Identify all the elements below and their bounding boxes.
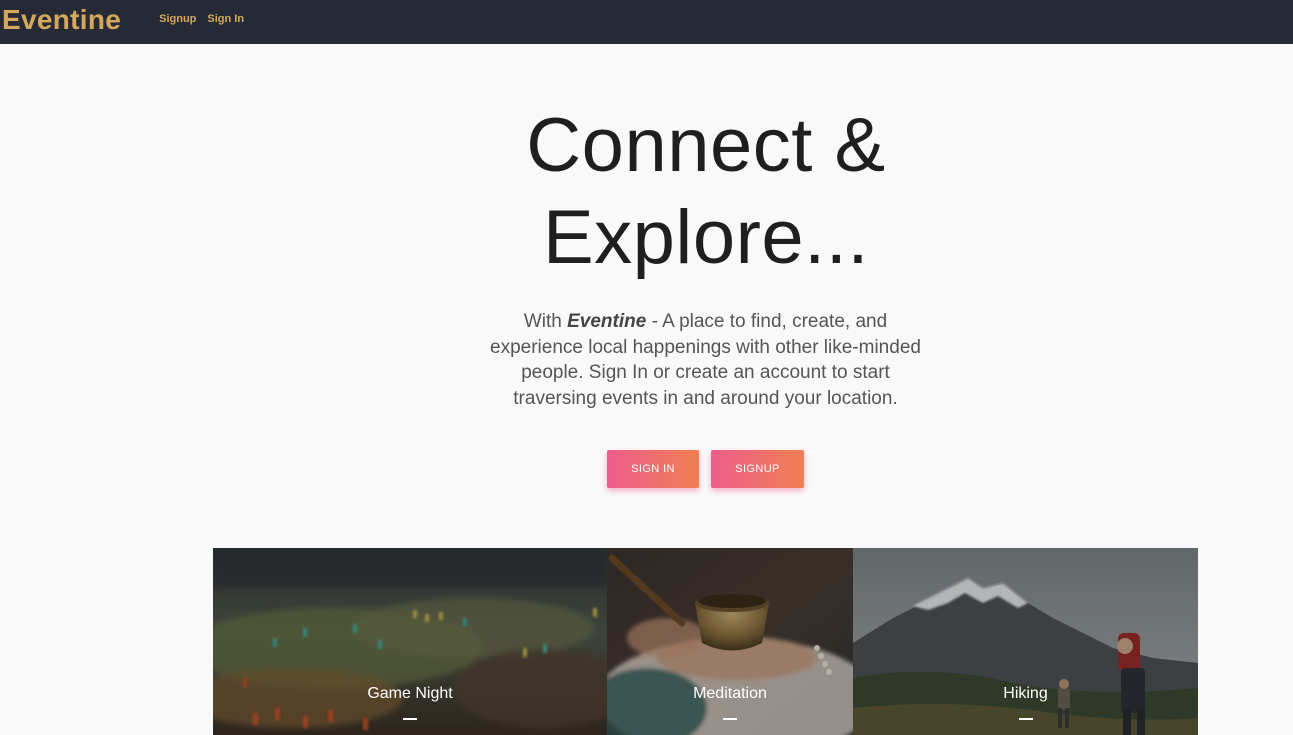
hero-title: Connect & Explore...	[430, 100, 982, 284]
mountain-hikers-image	[853, 548, 1198, 735]
category-label-meditation: Meditation	[693, 685, 767, 702]
nav-signin-link[interactable]: Sign In	[207, 13, 244, 25]
hero-title-line1: Connect &	[526, 103, 886, 188]
singing-bowl-image	[607, 548, 853, 735]
nav-signup-link[interactable]: Signup	[159, 13, 196, 25]
category-tile-meditation[interactable]: Meditation	[607, 548, 853, 735]
hero-title-line2: Explore...	[542, 195, 870, 280]
category-tile-game-night[interactable]: Game Night	[213, 548, 607, 735]
category-tile-hiking[interactable]: Hiking	[853, 548, 1198, 735]
top-navbar: Eventine Signup Sign In	[0, 0, 1293, 44]
signup-button[interactable]: SIGNUP	[711, 450, 804, 488]
hero-desc-brand: Eventine	[567, 311, 647, 332]
category-label-hiking: Hiking	[1003, 685, 1048, 702]
brand-logo[interactable]: Eventine	[2, 0, 121, 42]
hero-desc-prefix: With	[523, 311, 568, 332]
category-label-game-night: Game Night	[367, 685, 453, 702]
hero-description: With Eventine - A place to find, create,…	[480, 309, 931, 411]
category-dash	[403, 718, 417, 720]
category-dash	[723, 718, 737, 720]
sign-in-button[interactable]: SIGN IN	[607, 450, 699, 488]
category-tiles: Game Night Meditation Hiking	[213, 548, 1198, 735]
category-dash	[1018, 718, 1033, 720]
board-game-image	[213, 548, 607, 735]
nav-links: Signup Sign In	[159, 13, 255, 25]
